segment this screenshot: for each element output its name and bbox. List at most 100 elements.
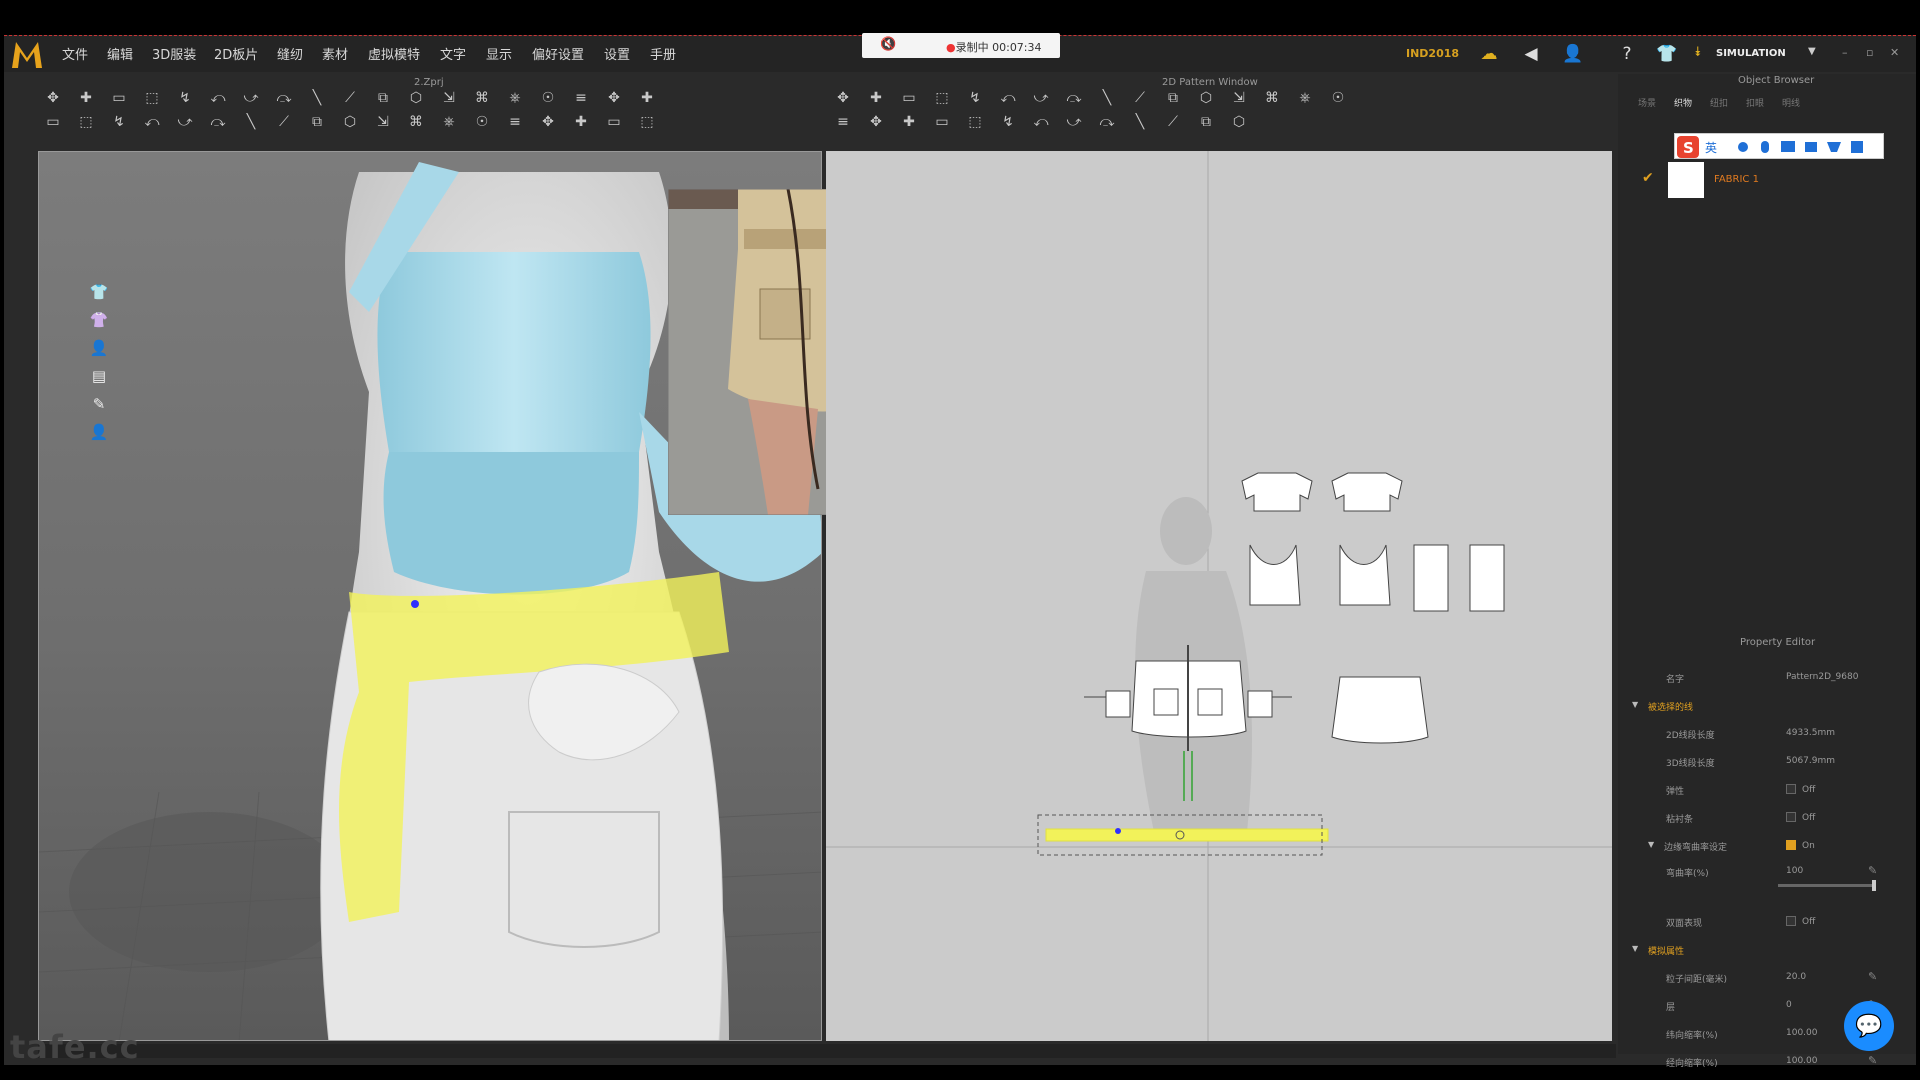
select-icon[interactable]: ✚ <box>636 88 658 108</box>
transform-icon[interactable]: ▭ <box>108 88 130 108</box>
polygon-icon[interactable]: ☉ <box>1327 88 1349 108</box>
edit-curve-icon[interactable]: ↯ <box>174 88 196 108</box>
close-icon[interactable]: ✕ <box>1890 46 1899 59</box>
chevron-down-icon[interactable]: ▼ <box>1648 840 1654 849</box>
property-value[interactable]: Off <box>1786 784 1815 795</box>
chevron-down-icon[interactable]: ▼ <box>1632 944 1638 953</box>
checkbox[interactable] <box>1786 784 1796 794</box>
property-value[interactable]: Pattern2D_9680 <box>1786 672 1858 682</box>
polygon-icon[interactable]: ⧉ <box>1195 112 1217 132</box>
measure-icon[interactable]: ⬡ <box>339 112 361 132</box>
button-icon[interactable]: ⎈ <box>504 88 526 108</box>
seam-allowance-icon[interactable]: ⟋ <box>1129 88 1151 108</box>
property-value[interactable]: 5067.9mm <box>1786 756 1835 766</box>
property-value[interactable]: 100 <box>1786 866 1803 876</box>
checkbox[interactable] <box>1786 812 1796 822</box>
segment-sew-icon[interactable]: ⤻ <box>174 112 196 132</box>
edit-point-icon[interactable]: ▭ <box>898 88 920 108</box>
sew-icon[interactable]: ⤺ <box>141 112 163 132</box>
restore-icon[interactable]: ▫ <box>1866 46 1873 59</box>
circle-icon[interactable]: ✥ <box>865 112 887 132</box>
segment-sew-icon[interactable]: ⤻ <box>240 88 262 108</box>
measure-icon[interactable]: ⬡ <box>405 88 427 108</box>
tack-icon[interactable]: ╲ <box>240 112 262 132</box>
transform-icon[interactable]: ▭ <box>603 112 625 132</box>
property-value[interactable]: 100.00 <box>1786 1028 1818 1038</box>
circle-icon[interactable]: ⤺ <box>997 88 1019 108</box>
checkbox[interactable] <box>1786 916 1796 926</box>
garment-icon[interactable]: 👕 <box>1654 42 1680 66</box>
symmetry-icon[interactable]: ⤻ <box>1063 112 1085 132</box>
menu-sewing[interactable]: 缝纫 <box>277 44 303 63</box>
edit-icon[interactable]: ✎ <box>1868 1054 1877 1067</box>
property-section[interactable]: ▼ 模拟属性 <box>1618 940 1916 962</box>
rectangle-icon[interactable]: ⬡ <box>1228 112 1250 132</box>
trace-icon[interactable]: ╲ <box>1096 88 1118 108</box>
seam-allowance-icon[interactable]: ↯ <box>997 112 1019 132</box>
edit-curve-icon[interactable]: ↯ <box>108 112 130 132</box>
minimize-icon[interactable]: – <box>1842 46 1848 59</box>
simulation-mode[interactable]: SIMULATION <box>1716 48 1786 59</box>
menu-display[interactable]: 显示 <box>486 44 512 63</box>
edit-icon[interactable]: ✎ <box>1868 970 1877 983</box>
tab-scene[interactable]: 场景 <box>1638 96 1656 109</box>
input-method-toolbar[interactable]: S 英 <box>1674 133 1884 159</box>
speaker-muted-icon[interactable]: 🔇 <box>880 37 896 52</box>
arrange-icon[interactable]: ⧉ <box>306 112 328 132</box>
property-value[interactable]: 20.0 <box>1786 972 1806 982</box>
property-value[interactable]: 0 <box>1786 1000 1792 1010</box>
pin-icon[interactable]: ⤼ <box>273 88 295 108</box>
fabric-list-item[interactable]: ✔ FABRIC 1 <box>1642 162 1898 198</box>
tab-button[interactable]: 纽扣 <box>1710 96 1728 109</box>
bend-ratio-slider[interactable] <box>1778 880 1876 891</box>
2d-pattern-window[interactable] <box>826 151 1612 1041</box>
menu-preferences[interactable]: 偏好设置 <box>532 44 584 63</box>
menu-edit[interactable]: 编辑 <box>107 44 133 63</box>
select-icon[interactable]: ✚ <box>75 88 97 108</box>
move-gizmo-icon[interactable]: ✥ <box>603 88 625 108</box>
pin-icon[interactable]: ⤼ <box>207 112 229 132</box>
fold-icon[interactable]: ⟋ <box>339 88 361 108</box>
select-pattern-icon[interactable]: ⇲ <box>1228 88 1250 108</box>
shirt-icon[interactable]: 👕 <box>87 280 111 304</box>
menu-text[interactable]: 文字 <box>440 44 466 63</box>
trace-icon[interactable]: ⬚ <box>964 112 986 132</box>
zip-icon[interactable]: ⌘ <box>405 112 427 132</box>
transform-pattern-icon[interactable]: ⌘ <box>1261 88 1283 108</box>
move-gizmo-icon[interactable]: ✥ <box>42 88 64 108</box>
checkbox[interactable] <box>1786 840 1796 850</box>
property-value[interactable]: On <box>1786 840 1815 851</box>
menu-3d-garment[interactable]: 3D服装 <box>152 44 196 63</box>
recording-indicator[interactable]: 🔇 ●录制中 00:07:34 <box>862 33 1060 58</box>
user-icon[interactable]: 👤 <box>1560 42 1586 66</box>
menu-manual[interactable]: 手册 <box>650 44 676 63</box>
layer-icon[interactable]: ≡ <box>570 88 592 108</box>
simulation-icon[interactable]: ⯯ <box>1694 45 1702 60</box>
tab-topstitch[interactable]: 明线 <box>1782 96 1800 109</box>
internal-line-icon[interactable]: ⤼ <box>1063 88 1085 108</box>
avatar-icon[interactable]: ⇲ <box>372 112 394 132</box>
chat-button[interactable]: 💬 <box>1844 1001 1894 1051</box>
box-select-icon[interactable]: ⬚ <box>75 112 97 132</box>
speaker-icon[interactable]: ◀ <box>1518 42 1544 66</box>
select-pattern-icon[interactable]: ✥ <box>832 88 854 108</box>
grading-icon[interactable]: ⤺ <box>1030 112 1052 132</box>
rectangle-icon[interactable]: ≡ <box>832 112 854 132</box>
polygon-icon[interactable]: ⬚ <box>931 88 953 108</box>
shirt-alt-icon[interactable]: 👚 <box>87 308 111 332</box>
cloud-icon[interactable]: ☁ <box>1476 42 1502 66</box>
transform-icon[interactable]: ▭ <box>42 112 64 132</box>
help-icon[interactable]: ? <box>1614 42 1640 66</box>
symmetry-icon[interactable]: ⬡ <box>1195 88 1217 108</box>
edit-icon[interactable]: ✎ <box>1868 864 1877 877</box>
menu-materials[interactable]: 素材 <box>322 44 348 63</box>
pen-icon[interactable]: ✎ <box>87 392 111 416</box>
menu-settings[interactable]: 设置 <box>604 44 630 63</box>
property-value[interactable]: 4933.5mm <box>1786 728 1835 738</box>
menu-2d-pattern[interactable]: 2D板片 <box>214 44 258 63</box>
arrange-icon[interactable]: ⧉ <box>372 88 394 108</box>
select-pattern-icon[interactable]: ⤼ <box>1096 112 1118 132</box>
button-icon[interactable]: ⎈ <box>438 112 460 132</box>
zip-icon[interactable]: ⌘ <box>471 88 493 108</box>
layer-icon[interactable]: ≡ <box>504 112 526 132</box>
